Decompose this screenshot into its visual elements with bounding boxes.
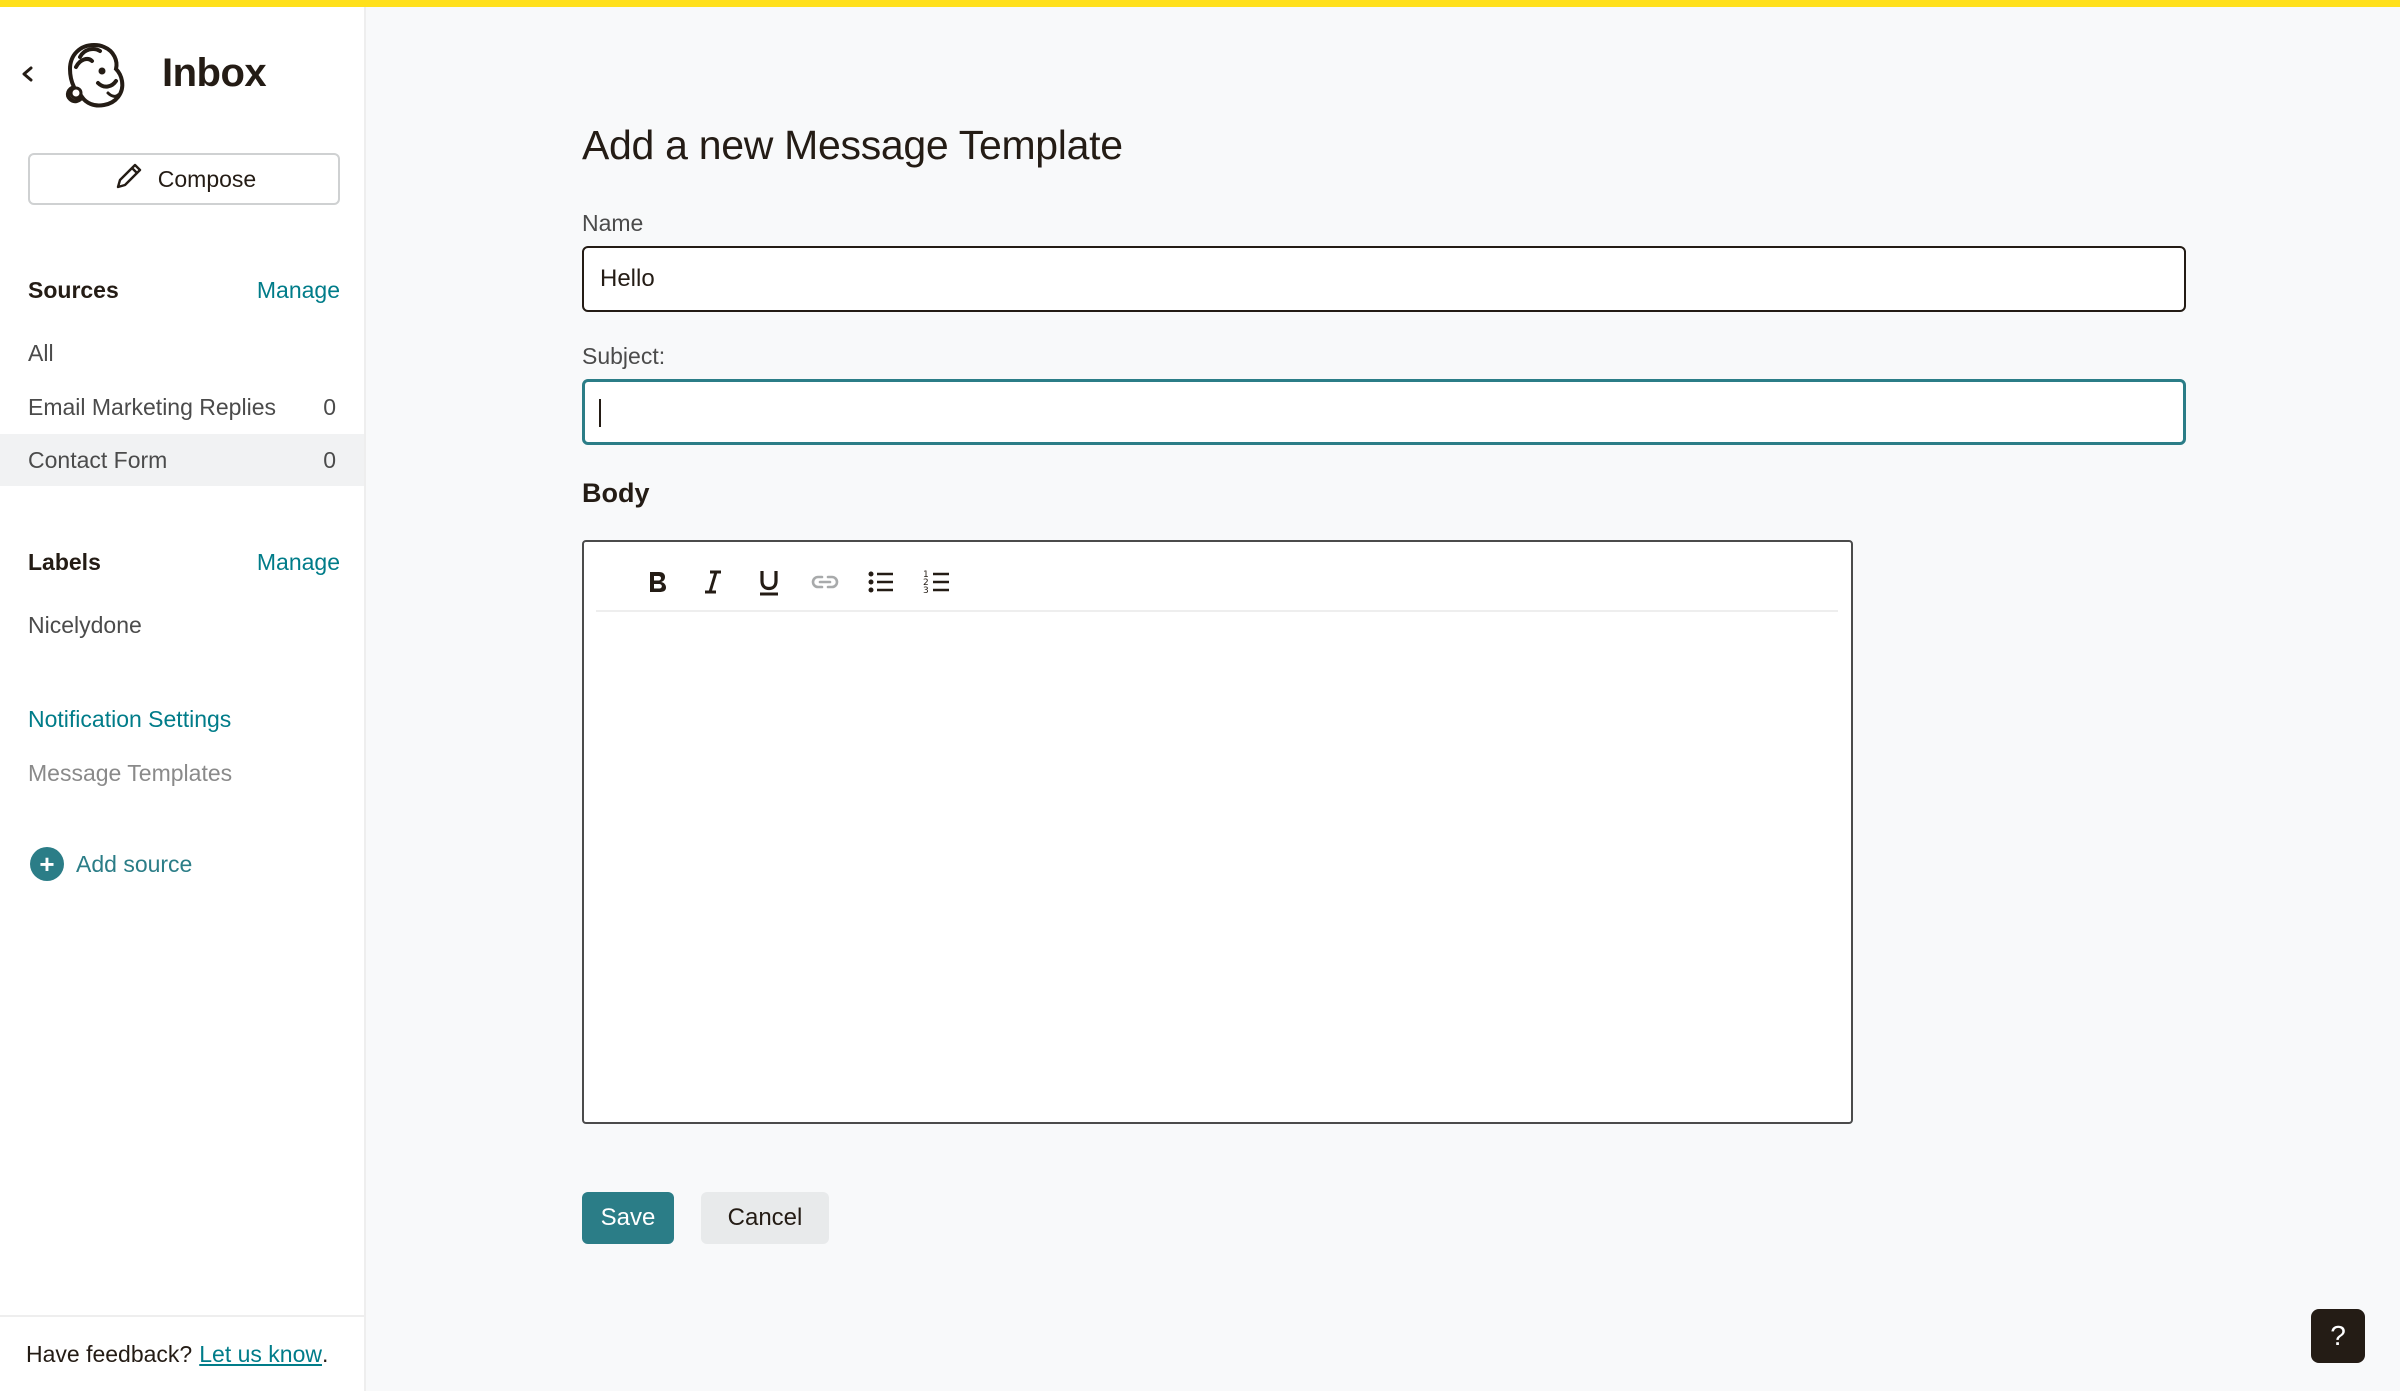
app-title: Inbox	[162, 51, 267, 95]
bullet-list-icon[interactable]	[864, 565, 898, 599]
italic-icon[interactable]	[696, 565, 730, 599]
compose-label: Compose	[157, 165, 257, 192]
feedback-link[interactable]: Let us know	[199, 1341, 322, 1368]
top-accent-bar	[0, 0, 2400, 7]
pencil-icon	[112, 159, 146, 199]
sources-title: Sources	[28, 276, 119, 303]
body-label: Body	[582, 478, 650, 508]
source-item-label: Email Marketing Replies	[28, 393, 276, 420]
labels-title: Labels	[28, 548, 101, 575]
numbered-list-icon[interactable]: 123	[920, 565, 954, 599]
message-templates-link[interactable]: Message Templates	[28, 760, 232, 787]
bold-icon[interactable]	[640, 565, 674, 599]
notification-settings-link[interactable]: Notification Settings	[28, 706, 231, 733]
link-icon[interactable]	[808, 565, 842, 599]
editor-toolbar: 123	[596, 554, 1838, 612]
compose-button[interactable]: Compose	[28, 153, 340, 205]
source-item-label: All	[28, 339, 54, 366]
svg-text:3: 3	[923, 586, 929, 596]
label-item-nicelydone[interactable]: Nicelydone	[0, 599, 364, 651]
source-item-count: 0	[323, 393, 336, 420]
name-label: Name	[582, 210, 644, 236]
labels-header: Labels Manage	[28, 545, 340, 579]
body-editor-area[interactable]	[596, 616, 1838, 1112]
subject-input[interactable]	[582, 379, 2186, 445]
add-source-label: Add source	[76, 850, 193, 877]
labels-manage-link[interactable]: Manage	[257, 549, 340, 576]
plus-circle-icon: +	[30, 847, 64, 881]
sidebar: Inbox Compose Sources Manage All Email M…	[0, 7, 366, 1391]
source-item-contact-form[interactable]: Contact Form 0	[0, 434, 364, 486]
underline-icon[interactable]	[752, 565, 786, 599]
sidebar-header: Inbox	[0, 35, 366, 115]
back-chevron-icon[interactable]	[16, 59, 40, 89]
feedback-text: Have feedback?	[26, 1340, 193, 1367]
sources-header: Sources Manage	[28, 273, 340, 307]
label-item-label: Nicelydone	[28, 611, 142, 638]
add-source-button[interactable]: + Add source	[30, 847, 192, 881]
source-item-count: 0	[323, 446, 336, 473]
body-editor: 123	[582, 540, 1853, 1124]
save-button[interactable]: Save	[582, 1192, 674, 1244]
source-item-label: Contact Form	[28, 446, 168, 473]
source-item-email-marketing-replies[interactable]: Email Marketing Replies 0	[0, 381, 364, 433]
feedback-suffix: .	[321, 1340, 329, 1367]
name-input[interactable]	[582, 246, 2186, 312]
help-button[interactable]: ?	[2311, 1309, 2365, 1363]
page-title: Add a new Message Template	[582, 122, 1123, 168]
subject-label: Subject:	[582, 343, 666, 369]
sources-manage-link[interactable]: Manage	[257, 277, 340, 304]
source-item-all[interactable]: All	[0, 327, 364, 379]
feedback-footer: Have feedback? Let us know .	[0, 1315, 364, 1391]
mailchimp-logo-icon	[58, 39, 130, 111]
cancel-button[interactable]: Cancel	[701, 1192, 829, 1244]
text-cursor	[599, 399, 601, 427]
